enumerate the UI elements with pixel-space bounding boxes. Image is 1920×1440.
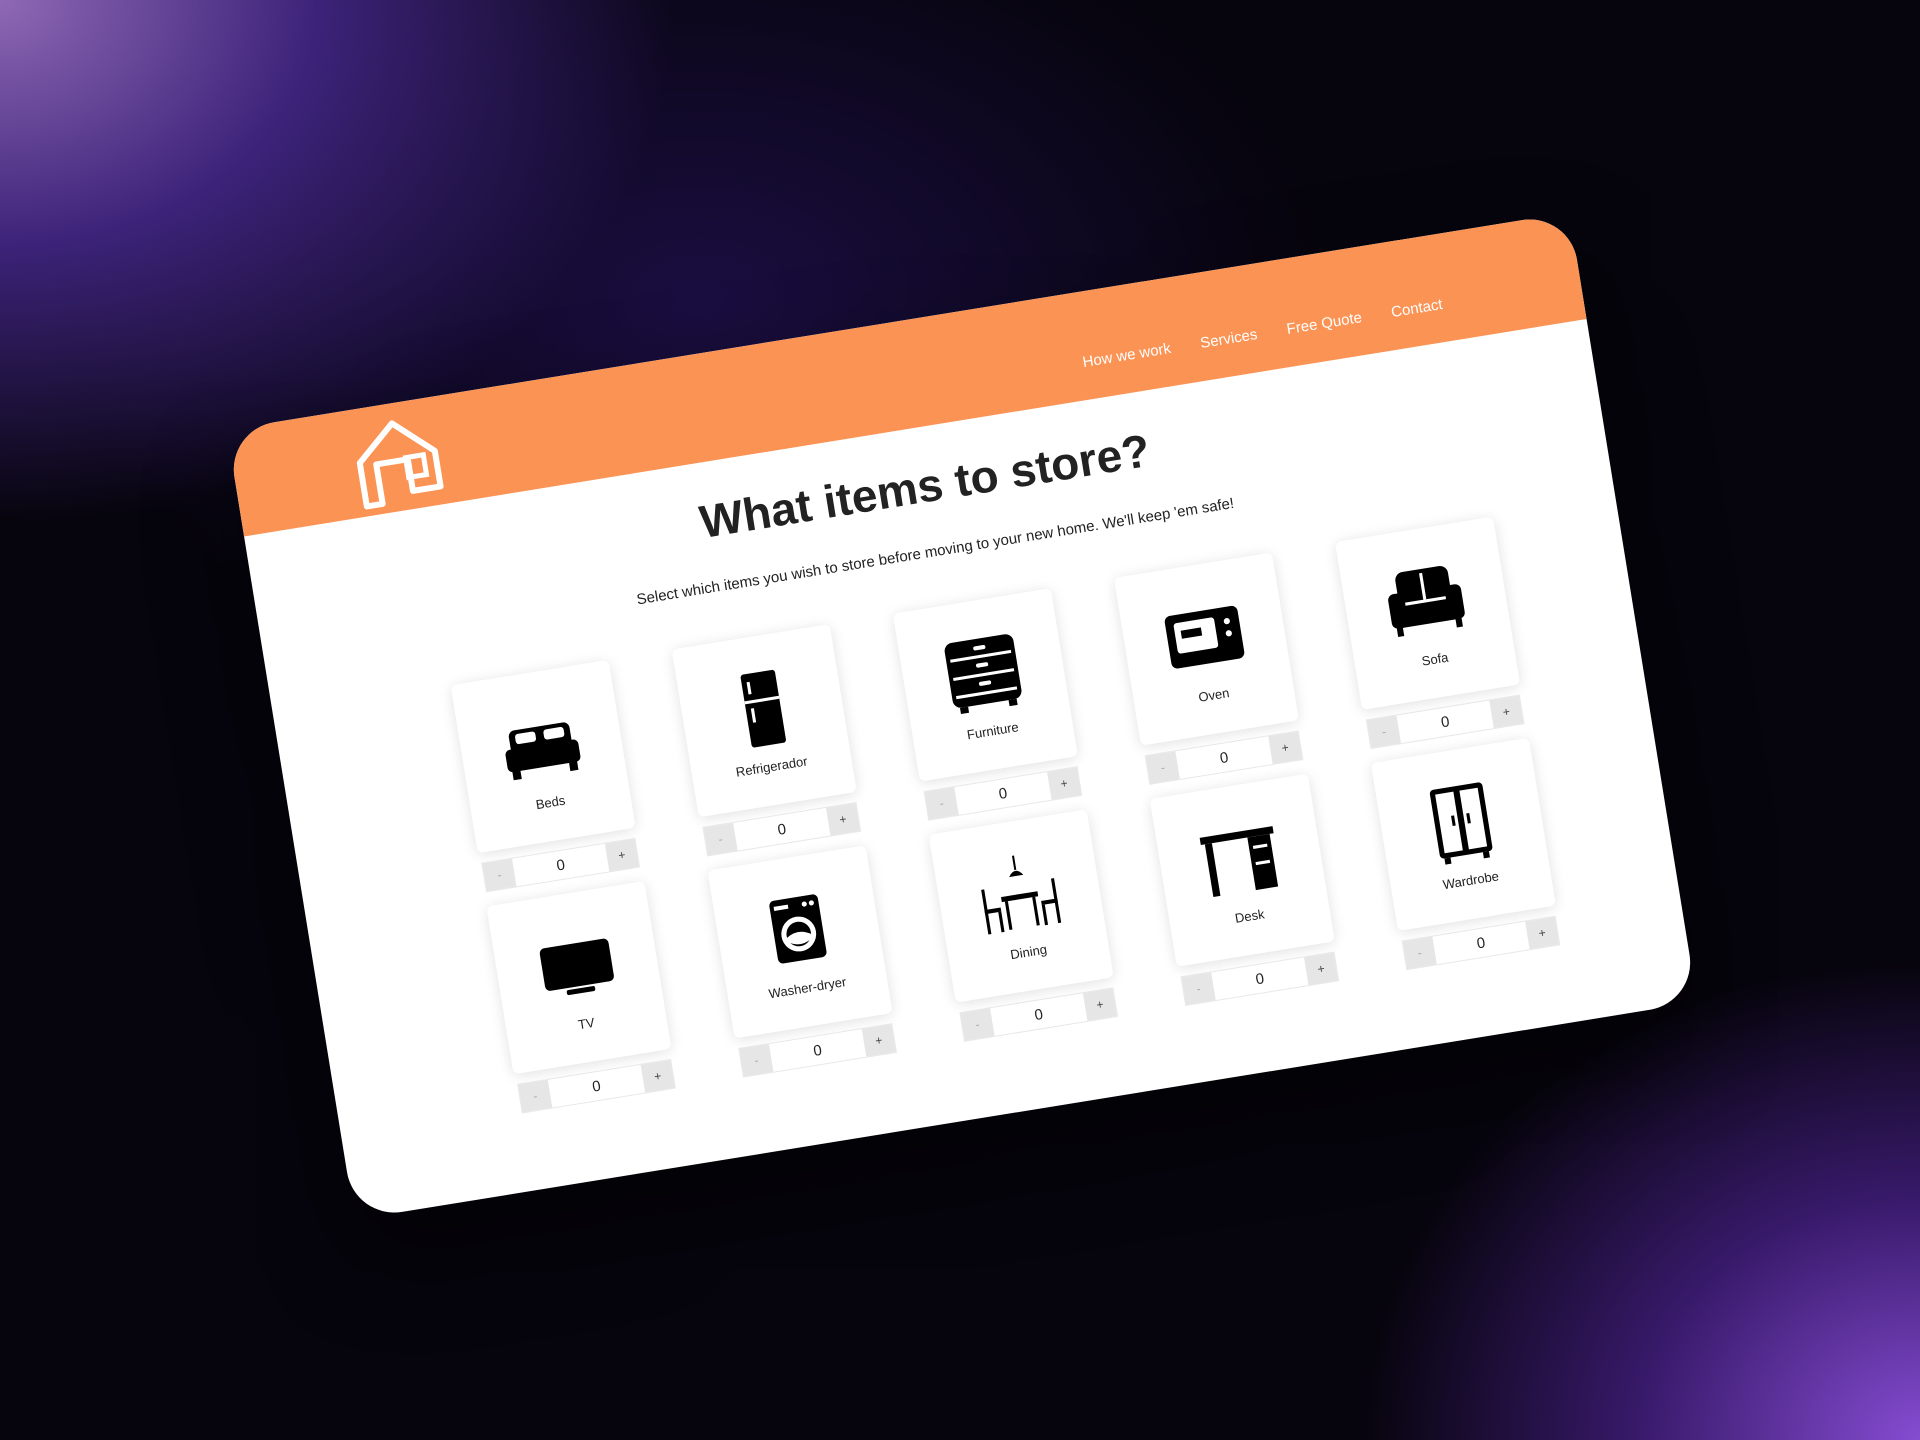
quantity-value[interactable]: 0 bbox=[1211, 957, 1308, 1000]
item-dining: Dining - 0 + bbox=[928, 809, 1121, 1042]
item-label: Wardrobe bbox=[1441, 867, 1500, 892]
item-tile[interactable]: TV bbox=[486, 880, 672, 1075]
quantity-value[interactable]: 0 bbox=[990, 993, 1087, 1036]
main-nav: How we work Services Free Quote Contact bbox=[1081, 296, 1443, 371]
increment-button[interactable]: + bbox=[1047, 767, 1082, 800]
item-label: Furniture bbox=[965, 718, 1020, 742]
item-tv: TV - 0 + bbox=[486, 880, 678, 1114]
item-sofa: Sofa - 0 + bbox=[1334, 516, 1527, 750]
quantity-value[interactable]: 0 bbox=[1432, 922, 1529, 965]
quantity-value[interactable]: 0 bbox=[733, 808, 830, 851]
item-washer-dryer: Washer-dryer - 0 + bbox=[707, 845, 899, 1078]
nav-contact[interactable]: Contact bbox=[1390, 296, 1444, 321]
item-tile[interactable]: Furniture bbox=[892, 588, 1078, 782]
increment-button[interactable]: + bbox=[1525, 916, 1560, 950]
washing-machine-icon bbox=[769, 893, 827, 963]
item-tile[interactable]: Oven bbox=[1113, 552, 1300, 746]
item-label: Oven bbox=[1197, 684, 1231, 705]
increment-button[interactable]: + bbox=[1268, 731, 1303, 764]
quantity-value[interactable]: 0 bbox=[548, 1065, 645, 1108]
decrement-button[interactable]: - bbox=[1145, 751, 1180, 784]
item-desk: Desk - 0 + bbox=[1149, 773, 1342, 1007]
house-logo-icon[interactable] bbox=[347, 410, 448, 511]
item-tile[interactable]: Beds bbox=[450, 659, 636, 854]
item-label: Sofa bbox=[1420, 649, 1450, 669]
item-tile[interactable]: Dining bbox=[928, 809, 1114, 1003]
increment-button[interactable]: + bbox=[604, 838, 639, 872]
item-tile[interactable]: Desk bbox=[1149, 773, 1335, 967]
item-label: Desk bbox=[1233, 905, 1266, 926]
item-label: Refrigerador bbox=[734, 752, 809, 780]
item-label: Washer-dryer bbox=[767, 973, 848, 1001]
microwave-oven-icon bbox=[1164, 605, 1245, 669]
decrement-button[interactable]: - bbox=[960, 1008, 995, 1041]
item-label: TV bbox=[576, 1014, 596, 1032]
item-beds: Beds - 0 + bbox=[450, 659, 643, 893]
nav-how-we-work[interactable]: How we work bbox=[1081, 340, 1172, 371]
increment-button[interactable]: + bbox=[1303, 952, 1339, 986]
item-label: Beds bbox=[534, 792, 567, 812]
decrement-button[interactable]: - bbox=[482, 858, 517, 892]
quantity-value[interactable]: 0 bbox=[769, 1029, 866, 1072]
sofa-icon bbox=[1388, 565, 1465, 637]
decrement-button[interactable]: - bbox=[924, 787, 959, 820]
quantity-value[interactable]: 0 bbox=[512, 844, 609, 887]
item-refrigerador: Refrigerador - 0 + bbox=[671, 623, 864, 857]
decrement-button[interactable]: - bbox=[739, 1044, 774, 1077]
item-label: Dining bbox=[1009, 941, 1048, 962]
decrement-button[interactable]: - bbox=[1181, 972, 1216, 1005]
increment-button[interactable]: + bbox=[640, 1060, 675, 1093]
wardrobe-icon bbox=[1429, 781, 1493, 865]
increment-button[interactable]: + bbox=[861, 1024, 896, 1057]
increment-button[interactable]: + bbox=[825, 803, 861, 836]
decrement-button[interactable]: - bbox=[1366, 715, 1401, 748]
item-tile[interactable]: Washer-dryer bbox=[707, 845, 893, 1039]
dining-table-icon bbox=[981, 855, 1062, 934]
dresser-icon bbox=[944, 633, 1022, 714]
quantity-value[interactable]: 0 bbox=[1175, 736, 1272, 779]
tv-icon bbox=[539, 938, 614, 995]
decrement-button[interactable]: - bbox=[703, 822, 738, 856]
item-tile[interactable]: Wardrobe bbox=[1370, 737, 1556, 932]
increment-button[interactable]: + bbox=[1082, 988, 1117, 1021]
item-furniture: Furniture - 0 + bbox=[892, 588, 1085, 821]
increment-button[interactable]: + bbox=[1489, 695, 1524, 729]
item-tile[interactable]: Refrigerador bbox=[671, 623, 857, 818]
decrement-button[interactable]: - bbox=[518, 1079, 553, 1113]
item-tile[interactable]: Sofa bbox=[1334, 516, 1521, 710]
quantity-value[interactable]: 0 bbox=[1397, 700, 1494, 743]
nav-services[interactable]: Services bbox=[1199, 326, 1259, 352]
bed-icon bbox=[505, 721, 581, 780]
quantity-value[interactable]: 0 bbox=[954, 772, 1051, 815]
item-oven: Oven - 0 + bbox=[1113, 552, 1306, 785]
item-wardrobe: Wardrobe - 0 + bbox=[1370, 737, 1563, 971]
refrigerator-icon bbox=[740, 669, 786, 747]
decrement-button[interactable]: - bbox=[1402, 936, 1437, 970]
nav-free-quote[interactable]: Free Quote bbox=[1285, 309, 1363, 338]
desk-icon bbox=[1199, 825, 1279, 897]
